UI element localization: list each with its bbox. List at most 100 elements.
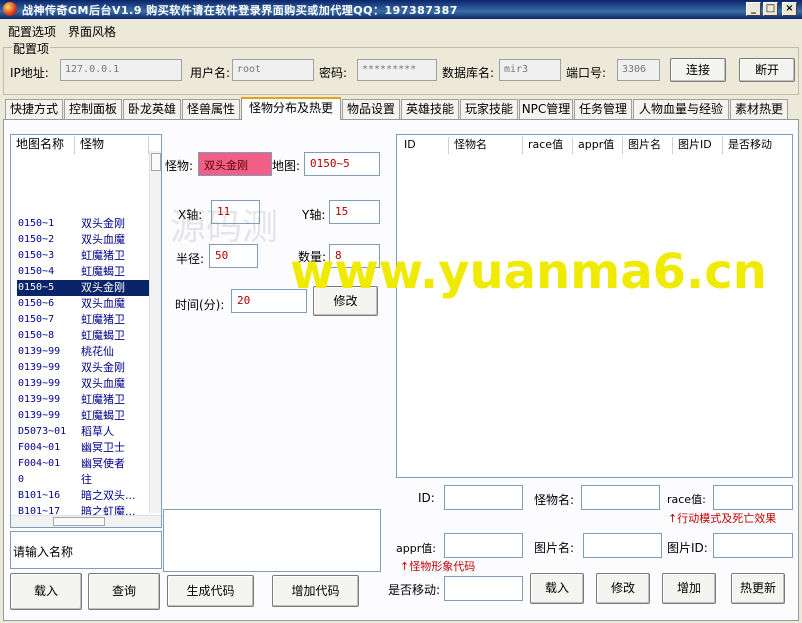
grid-load-button[interactable]: 载入 (530, 573, 584, 604)
movable-field[interactable] (444, 576, 523, 601)
tab-hero-skills[interactable]: 英雄技能 (401, 99, 459, 119)
list-hscroll-thumb[interactable] (53, 517, 105, 526)
tab-hp-exp[interactable]: 人物血量与经验 (633, 99, 729, 119)
list-item-map: 0139~99 (18, 394, 61, 405)
monster-data-grid[interactable]: ID 怪物名 race值 appr值 图片名 图片ID 是否移动 (396, 134, 793, 478)
race-note: ↑行动模式及死亡效果 (668, 512, 777, 525)
picture-name-label: 图片名: (534, 541, 575, 555)
appr-label: appr值: (396, 542, 436, 555)
list-item-monster: 暗之双头... (81, 489, 136, 502)
list-item-map: 0139~99 (18, 362, 61, 373)
monster-field[interactable]: 双头金刚 (198, 152, 272, 176)
tab-control-panel[interactable]: 控制面板 (64, 99, 122, 119)
list-item-monster: 双头金刚 (81, 281, 125, 294)
db-name-field[interactable]: mir3 (499, 59, 561, 81)
y-axis-field[interactable]: 15 (329, 200, 380, 224)
monster-name-field[interactable] (581, 485, 660, 510)
list-item[interactable]: 0150~6 双头血魔 (17, 296, 149, 312)
grid-header-race[interactable]: race值 (523, 137, 573, 154)
list-item-monster: 虹魔猪卫 (81, 393, 125, 406)
appr-note: ↑怪物形象代码 (400, 560, 476, 573)
connect-button[interactable]: 连接 (670, 58, 726, 82)
grid-modify-button[interactable]: 修改 (596, 573, 650, 604)
menu-config-options[interactable]: 配置选项 (8, 23, 56, 40)
race-label: race值: (667, 493, 706, 506)
map-field[interactable]: 0150~5 (304, 152, 380, 176)
load-button[interactable]: 载入 (10, 573, 82, 610)
grid-header-appr[interactable]: appr值 (573, 137, 623, 154)
tab-shortcuts[interactable]: 快捷方式 (5, 99, 63, 119)
list-item[interactable]: 0往 (17, 472, 149, 488)
grid-header-picid[interactable]: 图片ID (673, 137, 723, 154)
list-item-map: 0150~1 (18, 218, 55, 229)
list-item[interactable]: 0150~3 虹魔猪卫 (17, 248, 149, 264)
list-item[interactable]: 0139~99 双头金刚 (17, 360, 149, 376)
grid-add-button[interactable]: 增加 (662, 573, 716, 604)
port-field[interactable]: 3306 (617, 59, 660, 81)
list-item[interactable]: 0150~5 双头金刚 (17, 280, 149, 296)
add-code-button[interactable]: 增加代码 (272, 575, 359, 607)
list-item-monster: 稻草人 (81, 425, 114, 438)
list-item-monster: 虹魔蝎卫 (81, 329, 125, 342)
tab-wolong-hero[interactable]: 卧龙英雄 (123, 99, 181, 119)
list-item-map: 0150~3 (18, 250, 55, 261)
list-horizontal-scrollbar[interactable] (11, 515, 161, 527)
list-item[interactable]: 0150~2 双头血魔 (17, 232, 149, 248)
name-search-input[interactable]: 请输入名称 (10, 531, 162, 569)
list-item[interactable]: 0150~7 虹魔猪卫 (17, 312, 149, 328)
disconnect-button[interactable]: 断开 (739, 58, 795, 82)
tab-quest-management[interactable]: 任务管理 (574, 99, 632, 119)
list-item-map: B101~16 (18, 490, 61, 501)
column-header-map[interactable]: 地图名称 (11, 136, 75, 154)
list-item[interactable]: F004~01 幽冥使者 (17, 456, 149, 472)
map-monster-list[interactable]: 地图名称 怪物 0150~1 双头金刚 0150~2 双头血魔 0150~3 虹魔猪卫 01… (10, 134, 162, 528)
menu-ui-style[interactable]: 界面风格 (68, 23, 116, 40)
race-field[interactable] (713, 485, 793, 510)
grid-header-name[interactable]: 怪物名 (449, 137, 523, 154)
grid-header-movable[interactable]: 是否移动 (723, 137, 793, 154)
list-item[interactable]: F004~01 幽冥卫士 (17, 440, 149, 456)
list-item-map: 0150~6 (18, 298, 55, 309)
list-item[interactable]: 0139~99 桃花仙 (17, 344, 149, 360)
column-header-monster[interactable]: 怪物 (75, 136, 149, 154)
id-field[interactable] (444, 485, 523, 510)
appr-field[interactable] (444, 533, 523, 558)
list-item-map: 0150~7 (18, 314, 55, 325)
ip-field[interactable]: 127.0.0.1 (60, 59, 182, 81)
tab-item-settings[interactable]: 物品设置 (342, 99, 400, 119)
list-item[interactable]: B101~16 暗之双头... (17, 488, 149, 504)
list-item[interactable]: D5073~01 稻草人 (17, 424, 149, 440)
list-item-monster: 虹魔猪卫 (81, 313, 125, 326)
user-field[interactable]: root (232, 59, 314, 81)
hot-update-button[interactable]: 热更新 (731, 573, 785, 604)
query-button[interactable]: 查询 (88, 573, 160, 610)
title-bar[interactable]: 战神传奇GM后台V1.9 购买软件请在软件登录界面购买或加代理QQ：197387… (0, 0, 802, 19)
config-legend: 配置项 (12, 40, 51, 57)
list-item-monster: 虹魔蝎卫 (81, 265, 125, 278)
list-vertical-scrollbar[interactable] (149, 151, 161, 513)
maximize-button[interactable]: □ (763, 2, 778, 16)
list-item-monster: 桃花仙 (81, 345, 114, 358)
list-item-monster: 虹魔猪卫 (81, 249, 125, 262)
minimize-button[interactable]: _ (746, 2, 761, 16)
list-item[interactable]: 0139~99 虹魔猪卫 (17, 392, 149, 408)
picture-name-field[interactable] (583, 533, 662, 558)
tab-monster-distribution[interactable]: 怪物分布及热更 (241, 97, 341, 120)
tab-asset-hotupdate[interactable]: 素材热更 (730, 99, 788, 119)
list-item[interactable]: 0150~4 虹魔蝎卫 (17, 264, 149, 280)
code-output-textarea[interactable] (163, 509, 381, 572)
tab-player-skills[interactable]: 玩家技能 (460, 99, 518, 119)
list-item[interactable]: 0139~99 双头血魔 (17, 376, 149, 392)
list-scroll-thumb[interactable] (151, 153, 161, 171)
close-button[interactable]: × (782, 2, 797, 16)
list-item[interactable]: 0150~1 双头金刚 (17, 216, 149, 232)
tab-monster-attributes[interactable]: 怪兽属性 (182, 99, 240, 119)
picture-id-field[interactable] (713, 533, 793, 558)
grid-header-picname[interactable]: 图片名 (623, 137, 673, 154)
generate-code-button[interactable]: 生成代码 (167, 575, 254, 607)
grid-header-id[interactable]: ID (399, 137, 449, 154)
list-item[interactable]: 0139~99 虹魔蝎卫 (17, 408, 149, 424)
password-field[interactable]: ********* (357, 59, 437, 81)
list-item[interactable]: 0150~8 虹魔蝎卫 (17, 328, 149, 344)
tab-npc-management[interactable]: NPC管理 (519, 99, 573, 119)
